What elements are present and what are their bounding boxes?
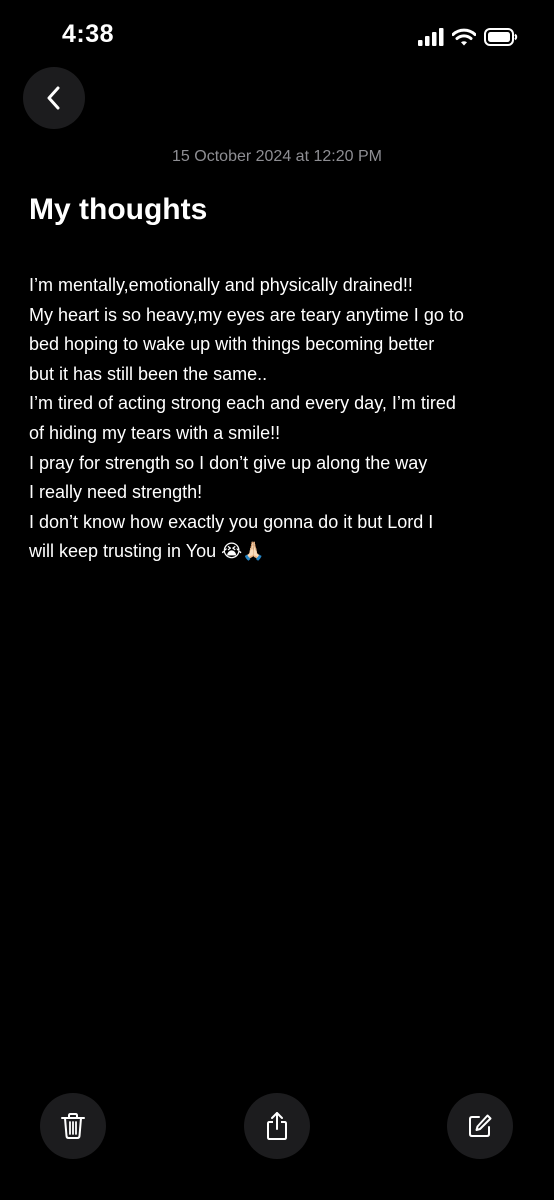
cellular-signal-icon xyxy=(418,28,444,46)
share-icon xyxy=(264,1111,290,1141)
share-button[interactable] xyxy=(244,1093,310,1159)
delete-button[interactable] xyxy=(40,1093,106,1159)
note-line: bed hoping to wake up with things becomi… xyxy=(29,334,435,355)
note-line: I’m tired of acting strong each and ever… xyxy=(29,393,456,414)
note-body[interactable]: I’m mentally,emotionally and physically … xyxy=(29,271,539,567)
note-line: will keep trusting in You 😭🙏🏻 xyxy=(29,541,265,562)
trash-icon xyxy=(60,1112,86,1140)
note-line: I pray for strength so I don’t give up a… xyxy=(29,452,428,473)
note-line: of hiding my tears with a smile!! xyxy=(29,422,281,443)
status-time: 4:38 xyxy=(62,20,115,48)
back-button[interactable] xyxy=(23,67,85,129)
note-line: I really need strength! xyxy=(29,482,203,503)
compose-button[interactable] xyxy=(447,1093,513,1159)
battery-icon xyxy=(484,28,518,46)
note-line: I’m mentally,emotionally and physically … xyxy=(29,275,413,295)
note-date: 15 October 2024 at 12:20 PM xyxy=(172,148,382,165)
note-line: I don’t know how exactly you gonna do it… xyxy=(29,511,434,532)
status-icons xyxy=(418,24,518,50)
chevron-left-icon xyxy=(44,86,64,110)
compose-icon xyxy=(466,1112,494,1140)
status-bar: 4:38 xyxy=(0,0,554,70)
note-title[interactable]: My thoughts xyxy=(29,193,207,227)
wifi-icon xyxy=(452,28,476,46)
note-line: My heart is so heavy,my eyes are teary a… xyxy=(29,304,464,325)
note-line: but it has still been the same.. xyxy=(29,363,268,384)
